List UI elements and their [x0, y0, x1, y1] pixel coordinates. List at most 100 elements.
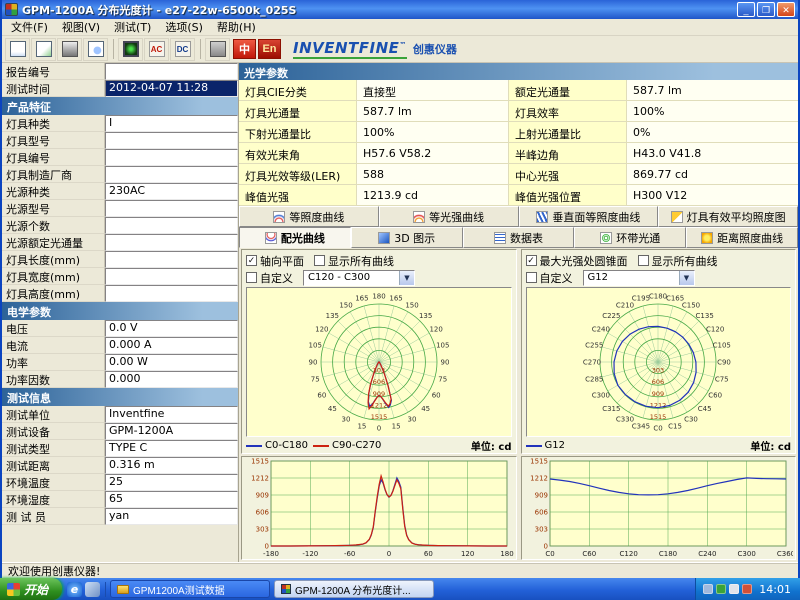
field-label: 光源额定光通量 [2, 234, 105, 251]
svg-text:909: 909 [373, 390, 385, 398]
field-value[interactable]: 65 [105, 491, 238, 508]
field-value[interactable] [105, 166, 238, 183]
test-monitor-icon-button[interactable] [118, 38, 143, 61]
svg-text:-180: -180 [263, 550, 279, 558]
tab-distance-illuminance[interactable]: 距离照度曲线 [686, 227, 798, 248]
windows-logo-icon [7, 583, 20, 596]
lang-chinese-button[interactable]: 中 [233, 39, 256, 59]
field-value[interactable]: yan [105, 508, 238, 525]
camera-icon-button[interactable] [205, 38, 230, 61]
cone-polar-chart: C0C15C30C45C60C75C90C105C120C135C150C165… [527, 288, 789, 436]
field-value[interactable] [105, 268, 238, 285]
tab-isocandela-curve[interactable]: 等光强曲线 [379, 206, 519, 227]
device-tray-icon[interactable] [703, 584, 713, 594]
export-icon-button[interactable] [31, 38, 56, 61]
field-value[interactable] [105, 200, 238, 217]
field-value[interactable]: 0.0 V [105, 320, 238, 337]
taskbar-task-0[interactable]: GPM1200A测试数据 [110, 580, 270, 598]
svg-text:150: 150 [405, 301, 418, 309]
svg-text:15: 15 [391, 422, 400, 430]
section-header: 测试信息 [2, 388, 238, 406]
menu-item-4[interactable]: 帮助(H) [210, 18, 263, 36]
menu-item-2[interactable]: 测试(T) [107, 18, 158, 36]
field-value[interactable] [105, 234, 238, 251]
taskbar-task-1[interactable]: GPM-1200A 分布光度计... [274, 580, 434, 598]
ac-source-icon-button[interactable]: AC [144, 38, 169, 61]
checkbox-checked[interactable]: ✓轴向平面 [246, 253, 304, 269]
field-value[interactable]: Inventfine [105, 406, 238, 423]
field-row: 灯具高度(mm) [2, 285, 238, 302]
main-area: 报告编号测试时间2012-04-07 11:28产品特征灯具种类I灯具型号灯具编… [2, 63, 798, 562]
field-value[interactable] [105, 217, 238, 234]
field-value[interactable]: 0.000 A [105, 337, 238, 354]
checkbox-unchecked[interactable]: 显示所有曲线 [638, 253, 718, 269]
field-value[interactable]: GPM-1200A [105, 423, 238, 440]
optical-header: 光学参数 [239, 63, 798, 80]
field-value[interactable] [105, 132, 238, 149]
checkbox-unchecked[interactable]: 显示所有曲线 [314, 253, 394, 269]
antivirus-tray-icon[interactable] [716, 584, 726, 594]
tab-vertical-isolux[interactable]: 垂直面等照度曲线 [519, 206, 659, 227]
menu-item-3[interactable]: 选项(S) [158, 18, 210, 36]
legend-line-sample [526, 445, 542, 447]
field-value[interactable]: 0.00 W [105, 354, 238, 371]
field-row: 灯具宽度(mm) [2, 268, 238, 285]
optical-value: 100% [627, 101, 798, 122]
menu-item-1[interactable]: 视图(V) [55, 18, 107, 36]
show-desktop-icon[interactable] [85, 582, 100, 597]
toolbar-separator [113, 39, 114, 59]
field-value[interactable]: 25 [105, 474, 238, 491]
report-icon-button[interactable] [5, 38, 30, 61]
legend-label: G12 [545, 440, 565, 451]
field-label: 功率因数 [2, 371, 105, 388]
field-row: 光源额定光通量 [2, 234, 238, 251]
tab-zonal-flux[interactable]: 环带光通 [574, 227, 686, 248]
field-value[interactable]: I [105, 115, 238, 132]
checkbox-checked[interactable]: ✓最大光强处圆锥面 [526, 253, 628, 269]
tab-row-2: 配光曲线 3D 图示 数据表环带光通距离照度曲线 [239, 227, 798, 248]
print-preview-icon-button[interactable] [83, 38, 108, 61]
field-row: 测试距离0.316 m [2, 457, 238, 474]
close-button[interactable]: ✕ [777, 2, 795, 17]
menu-item-0[interactable]: 文件(F) [4, 18, 55, 36]
svg-text:30: 30 [341, 416, 350, 424]
checkbox-unchecked[interactable]: 自定义 [246, 270, 293, 286]
tab-three-d-view[interactable]: 3D 图示 [351, 227, 463, 248]
field-value[interactable] [105, 285, 238, 302]
optical-value: 1213.9 cd [357, 185, 509, 206]
test-monitor-icon [123, 41, 139, 57]
dc-source-icon-button[interactable]: DC [170, 38, 195, 61]
field-value[interactable]: 0.316 m [105, 457, 238, 474]
svg-text:C0: C0 [654, 425, 663, 433]
plane-select-combobox[interactable]: G12▼ [583, 270, 695, 286]
checkbox-unchecked[interactable]: 自定义 [526, 270, 573, 286]
ie-icon[interactable]: e [67, 582, 82, 597]
minimize-button[interactable]: _ [737, 2, 755, 17]
tab-polar-curve[interactable]: 配光曲线 [239, 227, 351, 248]
app-window: GPM-1200A 分布光度计 - e27-22w-6500k_025S _ ❐… [0, 0, 800, 578]
optical-value: H43.0 V41.8 [627, 143, 798, 164]
section-header: 电学参数 [2, 302, 238, 320]
maximize-button[interactable]: ❐ [757, 2, 775, 17]
svg-text:C225: C225 [602, 312, 620, 320]
tab-average-illuminance[interactable]: 灯具有效平均照度图 [658, 206, 798, 227]
field-value[interactable]: TYPE C [105, 440, 238, 457]
volume-tray-icon[interactable] [729, 584, 739, 594]
field-label: 测试单位 [2, 406, 105, 423]
lang-english-button[interactable]: En [258, 39, 281, 59]
field-value[interactable]: 0.000 [105, 371, 238, 388]
svg-text:0: 0 [387, 550, 391, 558]
start-button[interactable]: 开始 [0, 578, 62, 600]
print-icon-button[interactable] [57, 38, 82, 61]
tab-data-table[interactable]: 数据表 [463, 227, 575, 248]
tab-isolux-curve[interactable]: 等照度曲线 [239, 206, 379, 227]
plane-select-combobox[interactable]: C120 - C300▼ [303, 270, 415, 286]
field-value[interactable] [105, 149, 238, 166]
start-label: 开始 [24, 581, 48, 598]
tab-label: 3D 图示 [394, 230, 435, 246]
field-value[interactable]: 230AC [105, 183, 238, 200]
field-value[interactable]: 2012-04-07 11:28 [105, 80, 238, 97]
field-value[interactable] [105, 251, 238, 268]
network-tray-icon[interactable] [742, 584, 752, 594]
field-value[interactable] [105, 63, 238, 80]
